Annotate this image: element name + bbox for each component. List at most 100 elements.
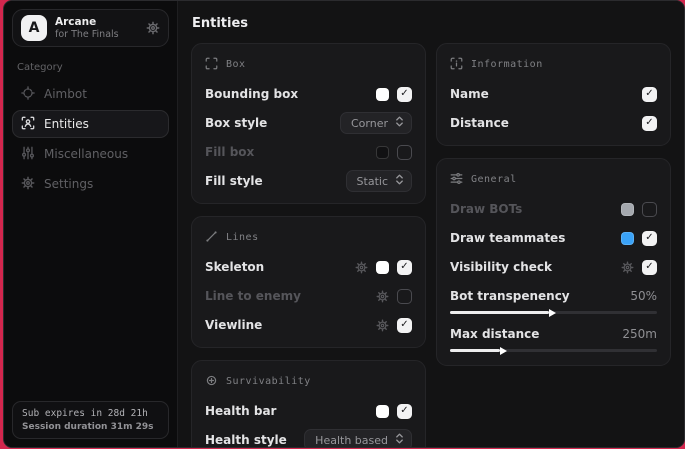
select-value: Static — [357, 175, 388, 188]
health-style-select[interactable]: Health based — [304, 429, 412, 447]
sidebar-item-aimbot[interactable]: Aimbot — [12, 80, 169, 108]
gear-icon[interactable] — [621, 261, 634, 274]
slider-value: 50% — [630, 289, 657, 303]
setting-row: Draw teammates — [450, 229, 657, 247]
row-label: Box style — [205, 116, 267, 130]
row-label: Health style — [205, 433, 287, 447]
setting-row: Fill style Static — [205, 172, 412, 190]
slider-group: Bot transpenency 50% — [450, 289, 657, 314]
gear-icon — [21, 176, 35, 193]
info-scan-icon — [450, 55, 463, 74]
bot-transparency-slider[interactable] — [450, 311, 657, 314]
checkbox[interactable] — [642, 260, 657, 275]
panel-title: Lines — [226, 232, 259, 243]
row-label: Name — [450, 87, 489, 101]
row-label: Fill box — [205, 145, 254, 159]
chevron-up-down-icon — [395, 174, 404, 188]
setting-row: Box style Corner — [205, 114, 412, 132]
panel-survivability: Survivability Health bar Health style He… — [191, 360, 426, 447]
max-distance-slider[interactable] — [450, 349, 657, 352]
row-label: Health bar — [205, 404, 276, 418]
row-label: Distance — [450, 116, 509, 130]
panel-box: Box Bounding box Box style Corner — [191, 43, 426, 204]
brand-card: A Arcane for The Finals — [12, 9, 169, 47]
checkbox[interactable] — [642, 87, 657, 102]
checkbox[interactable] — [642, 231, 657, 246]
row-label: Viewline — [205, 318, 262, 332]
app-window: A Arcane for The Finals Category Aimbot — [3, 0, 685, 448]
category-label: Category — [17, 62, 169, 73]
sidebar-item-label: Aimbot — [44, 87, 87, 101]
sidebar-item-miscellaneous[interactable]: Miscellaneous — [12, 140, 169, 168]
app-logo: A — [21, 15, 47, 41]
panel-title: General — [471, 174, 517, 185]
panel-general: General Draw BOTs Draw teammates — [436, 158, 671, 366]
row-label: Draw BOTs — [450, 202, 522, 216]
fill-style-select[interactable]: Static — [346, 170, 412, 192]
gear-icon[interactable] — [376, 290, 389, 303]
color-swatch[interactable] — [376, 88, 389, 101]
checkbox[interactable] — [397, 87, 412, 102]
brand-text: Arcane for The Finals — [55, 16, 119, 41]
gear-icon[interactable] — [146, 21, 160, 35]
setting-row: Bounding box — [205, 85, 412, 103]
sidebar-item-label: Settings — [44, 177, 93, 191]
checkbox[interactable] — [397, 145, 412, 160]
color-swatch[interactable] — [376, 405, 389, 418]
checkbox[interactable] — [397, 260, 412, 275]
page-title: Entities — [192, 16, 671, 31]
sliders-icon — [21, 146, 35, 163]
setting-row: Name — [450, 85, 657, 103]
chevron-up-down-icon — [395, 116, 404, 130]
sidebar-item-entities[interactable]: Entities — [12, 110, 169, 138]
panel-lines: Lines Skeleton Line to enemy — [191, 216, 426, 348]
sidebar-item-label: Entities — [44, 117, 89, 131]
setting-row: Draw BOTs — [450, 200, 657, 218]
row-label: Visibility check — [450, 260, 552, 274]
panel-title: Box — [226, 59, 246, 70]
slider-value: 250m — [622, 327, 657, 341]
gear-icon[interactable] — [355, 261, 368, 274]
checkbox[interactable] — [397, 404, 412, 419]
slider-label: Bot transpenency — [450, 289, 570, 303]
setting-row: Visibility check — [450, 258, 657, 276]
row-label: Draw teammates — [450, 231, 565, 245]
sidebar-item-settings[interactable]: Settings — [12, 170, 169, 198]
color-swatch[interactable] — [621, 232, 634, 245]
slider-group: Max distance 250m — [450, 327, 657, 352]
slider-thumb[interactable] — [549, 309, 556, 317]
color-swatch[interactable] — [376, 261, 389, 274]
panel-title: Survivability — [226, 376, 311, 387]
row-label: Line to enemy — [205, 289, 301, 303]
person-scan-icon — [21, 116, 35, 133]
row-label: Skeleton — [205, 260, 264, 274]
checkbox[interactable] — [397, 318, 412, 333]
sidebar-item-label: Miscellaneous — [44, 147, 128, 161]
line-icon — [205, 228, 218, 247]
slider-thumb[interactable] — [500, 347, 507, 355]
color-swatch[interactable] — [621, 203, 634, 216]
setting-row: Line to enemy — [205, 287, 412, 305]
row-label: Fill style — [205, 174, 263, 188]
box-style-select[interactable]: Corner — [340, 112, 412, 134]
box-corners-icon — [205, 55, 218, 74]
session-duration-text: Session duration 31m 29s — [22, 422, 159, 432]
panel-title: Information — [471, 59, 543, 70]
chevron-up-down-icon — [395, 433, 404, 447]
setting-row: Fill box — [205, 143, 412, 161]
setting-row: Viewline — [205, 316, 412, 334]
crosshair-icon — [21, 86, 35, 103]
app-title: Arcane — [55, 16, 119, 29]
checkbox[interactable] — [642, 202, 657, 217]
main-content: Entities Box Bounding box — [178, 1, 684, 447]
sub-expiry-text: Sub expires in 28d 21h — [22, 408, 159, 419]
gear-icon[interactable] — [376, 319, 389, 332]
health-icon — [205, 372, 218, 391]
sliders-horizontal-icon — [450, 170, 463, 189]
setting-row: Health style Health based — [205, 431, 412, 447]
setting-row: Health bar — [205, 402, 412, 420]
color-swatch[interactable] — [376, 146, 389, 159]
setting-row: Distance — [450, 114, 657, 132]
checkbox[interactable] — [642, 116, 657, 131]
checkbox[interactable] — [397, 289, 412, 304]
